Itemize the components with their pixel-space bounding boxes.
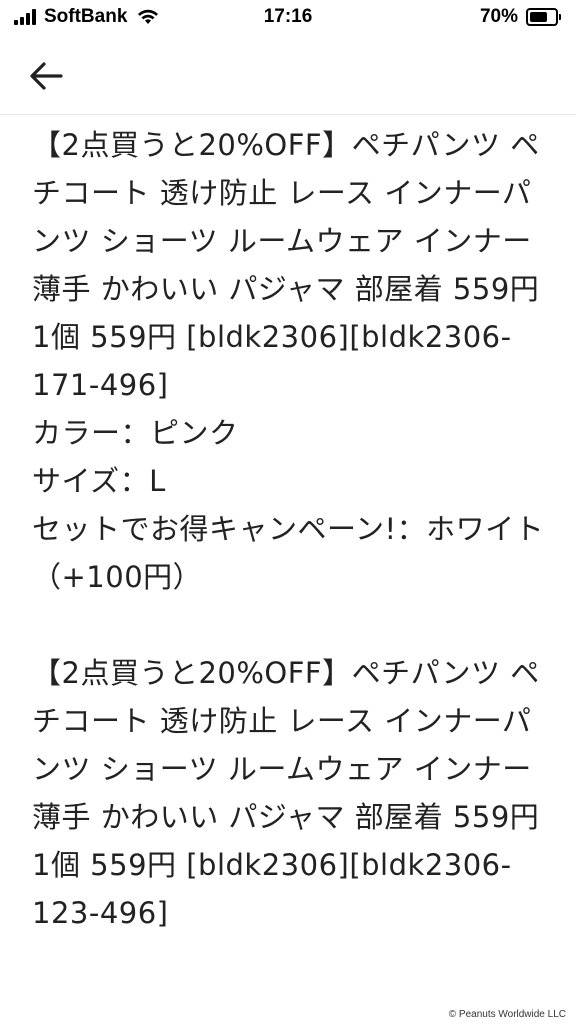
battery-icon (526, 8, 561, 26)
navigation-bar (0, 38, 576, 115)
item-size: サイズ：L (32, 464, 166, 498)
battery-percent: 70% (479, 6, 518, 27)
battery-group: 70% (479, 6, 561, 28)
order-detail-content[interactable]: --------- 【2点買うと20%OFF】ペチパンツ ペチコート 透け防止 … (0, 115, 576, 1005)
back-button[interactable] (24, 54, 68, 98)
status-bar: SoftBank 17:16 70% (0, 0, 576, 38)
order-item: 【2点買うと20%OFF】ペチパンツ ペチコート 透け防止 レース インナーパン… (32, 649, 552, 937)
item-color: カラー：ピンク (32, 416, 239, 450)
battery-level-fill (530, 12, 547, 22)
item-option: セットでお得キャンペーン!：ホワイト（+100円） (32, 512, 545, 594)
back-arrow-icon (30, 62, 63, 90)
item-gap (32, 601, 552, 649)
item-title: 【2点買うと20%OFF】ペチパンツ ペチコート 透け防止 レース インナーパン… (32, 656, 540, 930)
item-title: 【2点買うと20%OFF】ペチパンツ ペチコート 透け防止 レース インナーパン… (32, 128, 540, 402)
copyright-notice: © Peanuts Worldwide LLC (448, 1009, 566, 1020)
order-item: 【2点買うと20%OFF】ペチパンツ ペチコート 透け防止 レース インナーパン… (32, 121, 552, 601)
